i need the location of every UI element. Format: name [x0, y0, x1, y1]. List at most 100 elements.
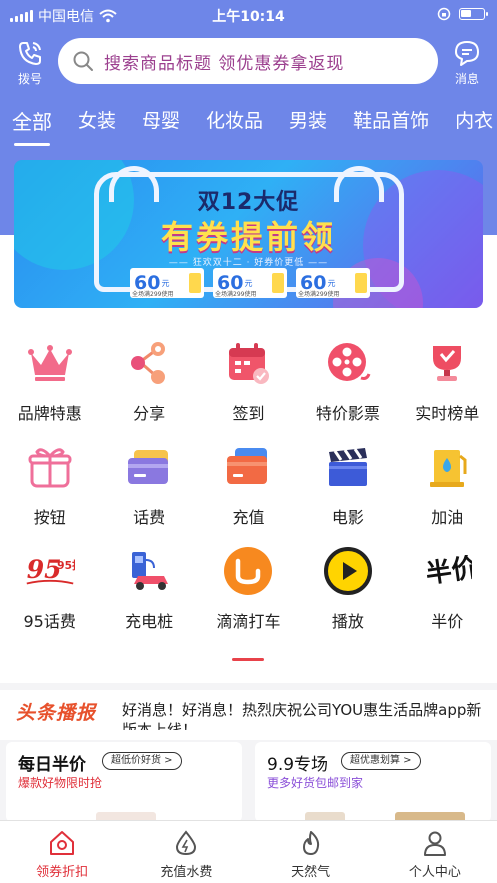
water-drop-icon [176, 830, 197, 856]
status-bar: 中国电信 上午10:14 [0, 0, 497, 30]
tab-cosmetics[interactable]: 化妆品 [206, 100, 263, 148]
promo-title: 9.9专场 [267, 755, 329, 775]
search-box[interactable]: 搜索商品标题 领优惠券拿返现 [58, 38, 438, 84]
calendar-check-icon [223, 338, 273, 388]
didi-icon [223, 546, 273, 596]
trophy-icon [422, 338, 472, 388]
nav-gas[interactable]: 天然气 [249, 821, 373, 883]
status-time: 上午10:14 [212, 9, 285, 25]
nav-coupons[interactable]: 领券折扣 [0, 821, 124, 883]
search-icon [73, 51, 93, 71]
grid-item-checkin[interactable]: 签到 [199, 338, 298, 424]
grid-item-label: 充值 [232, 508, 265, 527]
grid-item-label: 按钮 [33, 508, 66, 527]
grid-item-label: 签到 [232, 404, 265, 423]
tab-underwear[interactable]: 内衣 [455, 100, 493, 148]
clapperboard-icon [323, 442, 373, 492]
banner-coupon: 60 元全场满299使用 [130, 268, 204, 298]
orientation-lock-icon [437, 7, 451, 21]
tab-womens[interactable]: 女装 [78, 100, 116, 148]
promo-banner[interactable]: 双12大促 有券提前领 —— 狂欢双十二 · 好券价更低 —— 60 元全场满29… [14, 160, 483, 308]
grid-item-label: 电影 [331, 508, 364, 527]
banner-subtitle: —— 狂欢双十二 · 好券价更低 —— [168, 258, 329, 268]
svg-text:95折: 95折 [57, 559, 75, 572]
grid-item-label: 话费 [133, 508, 166, 527]
share-icon [124, 338, 174, 388]
grid-item-gift[interactable]: 按钮 [0, 442, 99, 528]
nav-label: 充值水费 [160, 865, 213, 880]
banner-coupons: 60 元全场满299使用 60 元全场满299使用 60 元全场满299使用 [130, 268, 370, 298]
flame-icon [302, 831, 319, 855]
grid-item-charging-station[interactable]: 充电桩 [99, 546, 198, 632]
wallet-card-icon [223, 442, 273, 492]
coupon-note: 全场满299使用 [132, 291, 174, 298]
chat-bubble-icon [455, 41, 479, 66]
tab-mens[interactable]: 男装 [289, 100, 327, 148]
banner-headline: 有券提前领 [160, 218, 336, 256]
promo-card-9-9[interactable]: 9.9专场 超优惠划算 > 更多好货包邮到家 [255, 742, 491, 822]
message-button[interactable]: 消息 [445, 38, 489, 87]
coupon-tab [189, 273, 201, 293]
nav-water-bill[interactable]: 充值水费 [124, 821, 248, 883]
grid-page-indicator [232, 658, 264, 661]
grid-item-label: 加油 [431, 508, 464, 527]
grid-item-label: 分享 [133, 404, 166, 423]
banner-coupon: 60 元全场满299使用 [213, 268, 287, 298]
coupon-note: 全场满299使用 [215, 291, 257, 298]
function-grid: 品牌特惠 分享 签到 特价影票 实时榜单 按钮 话费 充值 电影 加油 95 95… [0, 338, 497, 632]
coupon-unit: 元 [327, 278, 336, 288]
brand-95-icon: 9595折 [25, 546, 75, 596]
coupon-home-icon [50, 831, 75, 855]
film-reel-icon [323, 338, 373, 388]
bottom-navigation: 领券折扣 充值水费 天然气 个人中心 [0, 820, 497, 883]
play-icon [323, 546, 373, 596]
charging-station-icon [124, 546, 174, 596]
tab-all[interactable]: 全部 [12, 100, 52, 148]
tab-baby[interactable]: 母婴 [142, 100, 180, 148]
promo-tag[interactable]: 超低价好货 > [102, 752, 182, 770]
dial-label: 拨号 [17, 72, 42, 86]
promo-subtitle: 爆款好物限时抢 [18, 776, 103, 790]
grid-item-movies[interactable]: 电影 [298, 442, 397, 528]
grid-item-95-phone-bill[interactable]: 9595折 95话费 [0, 546, 99, 632]
promo-tag[interactable]: 超优惠划算 > [341, 752, 421, 770]
promo-card-half-price[interactable]: 每日半价 超低价好货 > 爆款好物限时抢 [6, 742, 242, 822]
promo-subtitle: 更多好货包邮到家 [267, 776, 364, 790]
grid-item-label: 播放 [331, 612, 364, 631]
grid-item-share[interactable]: 分享 [99, 338, 198, 424]
grid-item-label: 半价 [431, 612, 464, 631]
coupon-tab [355, 273, 367, 293]
grid-item-label: 充电桩 [125, 612, 174, 631]
grid-item-brand-deals[interactable]: 品牌特惠 [0, 338, 99, 424]
category-tabs: 全部 女装 母婴 化妆品 男装 鞋品首饰 内衣 [0, 100, 497, 148]
card-icon [124, 442, 174, 492]
promo-title: 每日半价 [18, 755, 86, 775]
grid-item-label: 品牌特惠 [17, 404, 82, 423]
grid-item-play[interactable]: 播放 [298, 546, 397, 632]
dial-button[interactable]: 拨号 [8, 38, 52, 87]
grid-item-movie-tickets[interactable]: 特价影票 [298, 338, 397, 424]
grid-item-recharge[interactable]: 充值 [199, 442, 298, 528]
nav-profile[interactable]: 个人中心 [373, 821, 497, 883]
nav-label: 天然气 [291, 865, 331, 880]
tab-shoes-jewelry[interactable]: 鞋品首饰 [353, 100, 429, 148]
svg-text:半价: 半价 [424, 553, 472, 590]
grid-item-label: 特价影票 [315, 404, 380, 423]
nav-label: 个人中心 [408, 865, 461, 880]
grid-item-phone-bill[interactable]: 话费 [99, 442, 198, 528]
coupon-unit: 元 [244, 278, 253, 288]
crown-icon [25, 338, 75, 388]
grid-item-didi[interactable]: 滴滴打车 [199, 546, 298, 632]
grid-item-fuel[interactable]: 加油 [398, 442, 497, 528]
grid-item-half-price[interactable]: 半价 半价 [398, 546, 497, 632]
search-placeholder: 搜索商品标题 领优惠券拿返现 [104, 53, 345, 74]
calligraphy-icon: 半价 [422, 546, 472, 596]
grid-item-label: 滴滴打车 [216, 612, 281, 631]
top-bar: 拨号 搜索商品标题 领优惠券拿返现 消息 [0, 36, 497, 92]
grid-item-rankings[interactable]: 实时榜单 [398, 338, 497, 424]
headline-ticker[interactable]: 头条播报 好消息！好消息！热烈庆祝公司YOU惠生活品牌app新版本上线！ [0, 690, 497, 740]
gift-icon [25, 442, 75, 492]
user-icon [423, 831, 446, 856]
status-bar-right [437, 7, 488, 21]
phone-icon [19, 42, 41, 65]
